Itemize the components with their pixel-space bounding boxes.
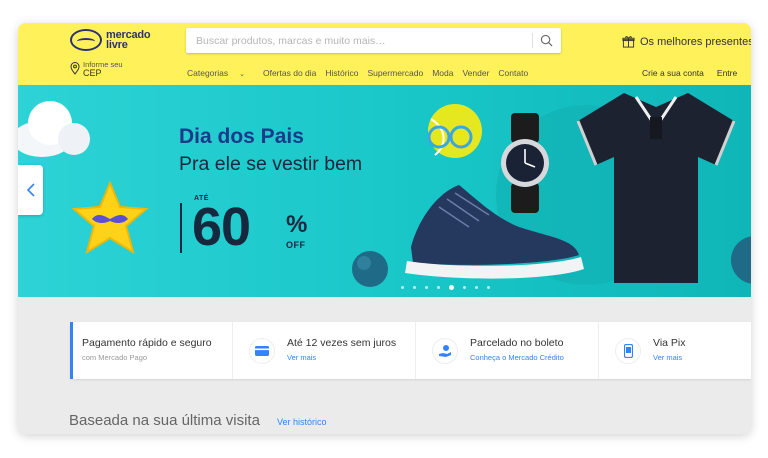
handshake-icon [70, 29, 102, 51]
carousel-dot[interactable] [463, 286, 466, 289]
carousel-dot[interactable] [425, 286, 428, 289]
carousel-dot[interactable] [475, 286, 478, 289]
carousel-dots [401, 285, 499, 290]
promo-label: Os melhores presentes [640, 35, 751, 48]
nav-item-contato[interactable]: Contato [498, 68, 528, 78]
payment-link[interactable]: Ver mais [653, 351, 686, 364]
carousel-dot[interactable] [401, 286, 404, 289]
nav-item-supermercado[interactable]: Supermercado [367, 68, 423, 78]
cloud-illustration [18, 101, 90, 157]
payment-subtitle: com Mercado Pago [82, 353, 148, 362]
nav-item-ofertas[interactable]: Ofertas do dia [263, 68, 316, 78]
main-nav: Categorias ⌄ Ofertas do dia Histórico Sup… [187, 68, 537, 78]
banner-title: Dia dos Pais [179, 125, 304, 148]
nav-item-historico[interactable]: Histórico [325, 68, 358, 78]
hero-banner[interactable]: Dia dos Pais Pra ele se vestir bem ATÉ 6… [18, 85, 751, 297]
nav-item-vender[interactable]: Vender [462, 68, 489, 78]
promo-link[interactable]: Os melhores presentes [622, 35, 751, 48]
login-link[interactable]: Entre [717, 68, 737, 78]
search-icon[interactable] [540, 34, 553, 47]
payment-link[interactable]: Conheça o Mercado Crédito [470, 351, 564, 364]
banner-subtitle: Pra ele se vestir bem [179, 153, 363, 175]
cep-selector[interactable]: Informe seu CEP [70, 60, 123, 78]
site-header: mercado livre Os melhores presentes [18, 23, 751, 85]
search-input[interactable] [186, 28, 526, 53]
cep-value: CEP [83, 68, 102, 78]
payment-title: Pagamento rápido e seguro [82, 337, 212, 349]
gift-icon [622, 36, 635, 48]
carousel-prev-button[interactable] [18, 165, 43, 215]
payment-title: Via Pix [653, 337, 686, 349]
discount-divider [180, 203, 182, 253]
history-link[interactable]: Ver histórico [277, 417, 327, 427]
browser-frame: mercado livre Os melhores presentes [18, 23, 751, 434]
payment-options-strip: Pagamento rápido e seguro com Mercado Pa… [70, 322, 751, 379]
star-mustache-illustration [71, 181, 149, 255]
chevron-down-icon: ⌄ [239, 71, 245, 78]
search-divider [532, 33, 533, 48]
phone-icon [615, 337, 641, 364]
payment-title: Até 12 vezes sem juros [287, 337, 397, 349]
carousel-dot-active[interactable] [449, 285, 454, 290]
section-title: Baseada na sua última visita [69, 412, 260, 429]
carousel-dot[interactable] [413, 286, 416, 289]
search-box [186, 28, 561, 53]
polo-shirt-illustration [576, 93, 736, 283]
sneaker-illustration [405, 185, 584, 279]
payment-option-boleto[interactable]: Parcelado no boleto Conheça o Mercado Cr… [416, 322, 599, 379]
nav-item-categorias[interactable]: Categorias ⌄ [187, 68, 254, 78]
nav-item-moda[interactable]: Moda [432, 68, 453, 78]
payment-option-secure[interactable]: Pagamento rápido e seguro com Mercado Pa… [70, 322, 233, 379]
discount-off-label: OFF [286, 240, 306, 250]
payment-option-installments[interactable]: Até 12 vezes sem juros Ver mais [233, 322, 416, 379]
location-pin-icon [70, 62, 80, 75]
carousel-dot[interactable] [437, 286, 440, 289]
logo-text-line2: livre [106, 39, 128, 51]
payment-option-pix[interactable]: Via Pix Ver mais [599, 322, 749, 379]
credit-card-icon [249, 337, 275, 364]
discount-value: 60 [192, 197, 251, 257]
account-links: Crie a sua conta Entre [642, 68, 750, 78]
carousel-dot[interactable] [487, 286, 490, 289]
sphere-decoration [352, 251, 388, 287]
discount-percent: % [286, 211, 308, 238]
logo[interactable]: mercado livre [70, 29, 151, 51]
payment-title: Parcelado no boleto [470, 337, 564, 349]
hand-money-icon [432, 337, 458, 364]
tennis-ball-glasses-illustration [427, 104, 482, 158]
create-account-link[interactable]: Crie a sua conta [642, 68, 704, 78]
chevron-left-icon [26, 183, 35, 197]
payment-link[interactable]: Ver mais [287, 351, 396, 364]
